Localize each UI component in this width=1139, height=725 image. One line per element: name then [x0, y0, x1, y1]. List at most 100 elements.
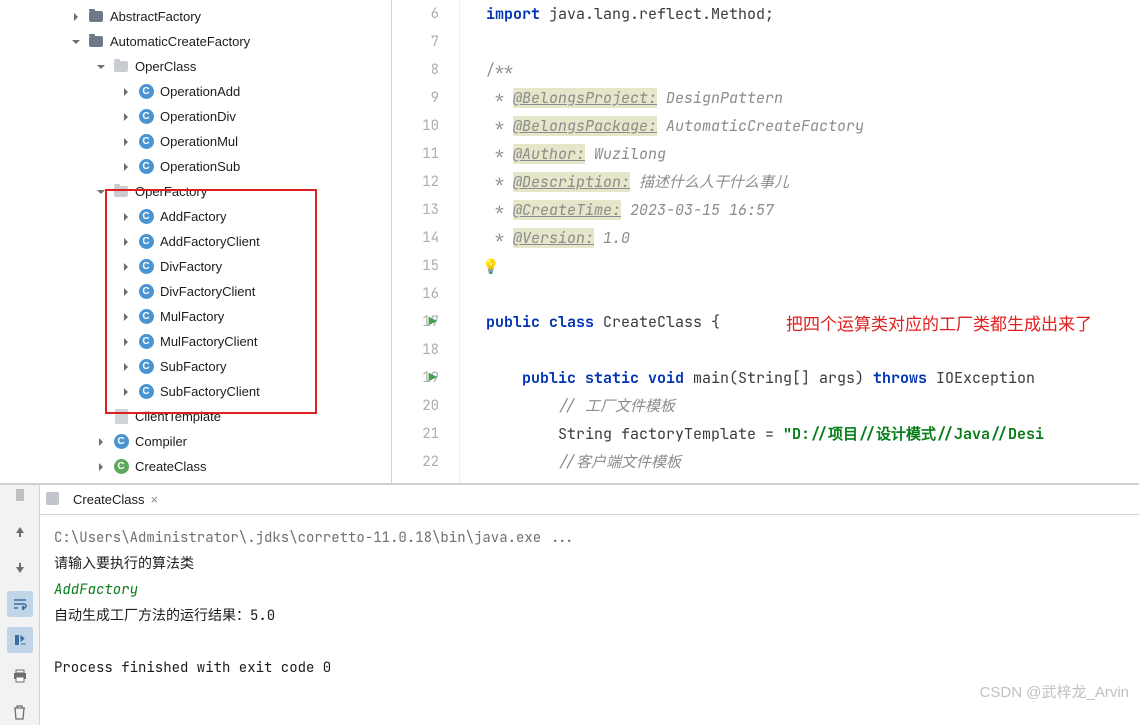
tree-item-subfactoryclient[interactable]: CSubFactoryClient: [0, 379, 391, 404]
chevron-right-icon[interactable]: [120, 311, 132, 323]
code-line[interactable]: [486, 336, 1139, 364]
tree-item-createclass[interactable]: CCreateClass: [0, 454, 391, 479]
code-line[interactable]: * @Author: Wuzilong: [486, 140, 1139, 168]
tree-item-label: MulFactoryClient: [160, 334, 258, 349]
code-line[interactable]: import java.lang.reflect.Method;: [486, 0, 1139, 28]
chevron-right-icon[interactable]: [70, 11, 82, 23]
line-number[interactable]: 10: [392, 112, 439, 140]
code-line[interactable]: // 工厂文件模板: [486, 392, 1139, 420]
tree-item-operationadd[interactable]: COperationAdd: [0, 79, 391, 104]
chevron-down-icon[interactable]: [70, 36, 82, 48]
line-number[interactable]: 7: [392, 28, 439, 56]
chevron-right-icon[interactable]: [120, 336, 132, 348]
code-line[interactable]: public static void main(String[] args) t…: [486, 364, 1139, 392]
code-line[interactable]: /**: [486, 56, 1139, 84]
folder-icon: [88, 34, 104, 50]
tree-item-label: OperationSub: [160, 159, 240, 174]
class-icon: C: [138, 259, 154, 275]
down-arrow-icon[interactable]: [7, 555, 33, 581]
chevron-right-icon[interactable]: [120, 236, 132, 248]
console-output[interactable]: C:\Users\Administrator\.jdks\corretto-11…: [40, 515, 1139, 725]
chevron-right-icon[interactable]: [95, 436, 107, 448]
console-line: Process finished with exit code 0: [54, 655, 1125, 681]
tree-item-operationmul[interactable]: COperationMul: [0, 129, 391, 154]
tree-item-label: DivFactory: [160, 259, 222, 274]
tree-item-clienttemplate[interactable]: ClientTemplate: [0, 404, 391, 429]
tree-item-operationdiv[interactable]: C OperationDiv: [0, 104, 391, 129]
tree-item-operationsub[interactable]: COperationSub: [0, 154, 391, 179]
class-icon: C: [138, 284, 154, 300]
tree-item-label: OperationDiv: [160, 109, 236, 124]
chevron-right-icon[interactable]: [120, 286, 132, 298]
code-line[interactable]: * @CreateTime: 2023-03-15 16:57: [486, 196, 1139, 224]
code-line[interactable]: 💡: [486, 252, 1139, 280]
chevron-right-icon[interactable]: [120, 361, 132, 373]
run-gutter-icon[interactable]: ▶: [429, 364, 437, 392]
chevron-right-icon[interactable]: [120, 161, 132, 173]
code-line[interactable]: * @Version: 1.0: [486, 224, 1139, 252]
chevron-right-icon[interactable]: [95, 461, 107, 473]
tree-item-addfactoryclient[interactable]: CAddFactoryClient: [0, 229, 391, 254]
close-icon[interactable]: ×: [151, 492, 159, 507]
tree-item-label: Compiler: [135, 434, 187, 449]
class-icon: C: [138, 109, 154, 125]
line-number[interactable]: 14: [392, 224, 439, 252]
line-number[interactable]: 13: [392, 196, 439, 224]
tree-item-label: SubFactoryClient: [160, 384, 260, 399]
chevron-down-icon[interactable]: [95, 61, 107, 73]
line-number[interactable]: 12: [392, 168, 439, 196]
code-line[interactable]: * @BelongsPackage: AutomaticCreateFactor…: [486, 112, 1139, 140]
tree-item-addfactory[interactable]: CAddFactory: [0, 204, 391, 229]
chevron-right-icon[interactable]: [120, 261, 132, 273]
code-line[interactable]: //客户端文件模板: [486, 448, 1139, 476]
scroll-to-end-icon[interactable]: [7, 627, 33, 653]
line-number[interactable]: 15: [392, 252, 439, 280]
project-tree-panel[interactable]: AbstractFactoryAutomaticCreateFactoryOpe…: [0, 0, 392, 483]
soft-wrap-icon[interactable]: [7, 591, 33, 617]
chevron-right-icon[interactable]: [120, 386, 132, 398]
line-number[interactable]: 11: [392, 140, 439, 168]
line-number[interactable]: 16: [392, 280, 439, 308]
print-icon[interactable]: [7, 663, 33, 689]
line-number[interactable]: 17▶: [392, 308, 439, 336]
line-number[interactable]: 20: [392, 392, 439, 420]
chevron-right-icon: [95, 411, 107, 423]
intention-bulb-icon[interactable]: 💡: [482, 258, 499, 276]
tree-item-automaticcreatefactory[interactable]: AutomaticCreateFactory: [0, 29, 391, 54]
line-number[interactable]: 21: [392, 420, 439, 448]
line-number[interactable]: 8: [392, 56, 439, 84]
console-tab[interactable]: CreateClass ×: [65, 488, 166, 512]
up-arrow-icon[interactable]: [7, 519, 33, 545]
small-icon: [16, 489, 24, 504]
code-line[interactable]: String factoryTemplate = "D://项目//设计模式//…: [486, 420, 1139, 448]
class-icon: C: [138, 359, 154, 375]
code-line[interactable]: * @BelongsProject: DesignPattern: [486, 84, 1139, 112]
chevron-down-icon[interactable]: [95, 186, 107, 198]
run-gutter-icon[interactable]: ▶: [429, 308, 437, 336]
tree-item-operfactory[interactable]: OperFactory: [0, 179, 391, 204]
line-number[interactable]: 22: [392, 448, 439, 476]
code-editor[interactable]: 67891011121314151617▶1819▶202122 把四个运算类对…: [392, 0, 1139, 483]
tree-item-divfactoryclient[interactable]: CDivFactoryClient: [0, 279, 391, 304]
chevron-right-icon[interactable]: [120, 111, 132, 123]
line-number[interactable]: 6: [392, 0, 439, 28]
chevron-right-icon[interactable]: [120, 136, 132, 148]
tree-item-abstractfactory[interactable]: AbstractFactory: [0, 4, 391, 29]
line-number[interactable]: 9: [392, 84, 439, 112]
line-number[interactable]: 19▶: [392, 364, 439, 392]
code-line[interactable]: [486, 28, 1139, 56]
tree-item-divfactory[interactable]: C DivFactory: [0, 254, 391, 279]
tree-item-subfactory[interactable]: CSubFactory: [0, 354, 391, 379]
code-line[interactable]: * @Description: 描述什么人干什么事儿: [486, 168, 1139, 196]
tree-item-operclass[interactable]: OperClass: [0, 54, 391, 79]
tree-item-mulfactory[interactable]: CMulFactory: [0, 304, 391, 329]
folder-icon: [113, 184, 129, 200]
code-line[interactable]: [486, 280, 1139, 308]
tree-item-mulfactoryclient[interactable]: C MulFactoryClient: [0, 329, 391, 354]
class-icon: C: [138, 334, 154, 350]
chevron-right-icon[interactable]: [120, 211, 132, 223]
tree-item-compiler[interactable]: CCompiler: [0, 429, 391, 454]
line-number[interactable]: 18: [392, 336, 439, 364]
chevron-right-icon[interactable]: [120, 86, 132, 98]
trash-icon[interactable]: [7, 699, 33, 725]
